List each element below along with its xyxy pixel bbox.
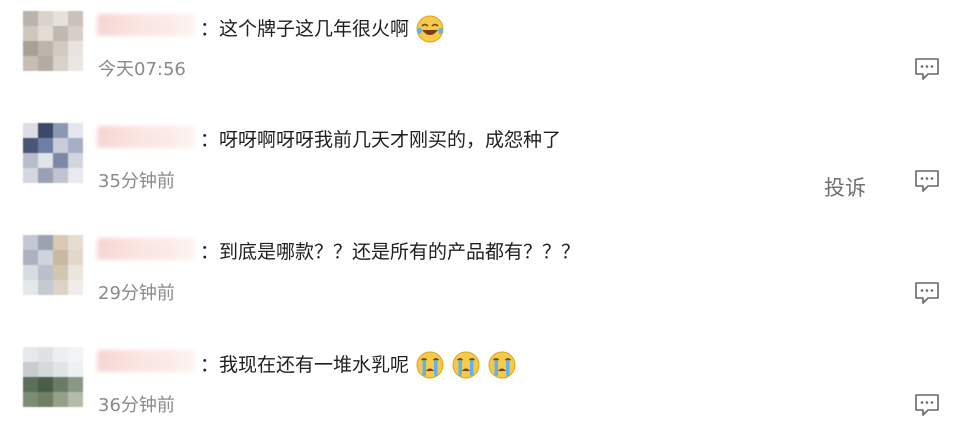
comment-text-body: ：我现在还有一堆水乳呢: [200, 354, 410, 376]
avatar-pixel: [68, 56, 83, 71]
reply-icon[interactable]: [914, 281, 940, 305]
crying-emoji: [487, 350, 517, 380]
avatar-pixel: [68, 123, 83, 138]
avatar-pixel: [53, 250, 68, 265]
avatar[interactable]: [23, 235, 83, 295]
avatar-pixel: [53, 235, 68, 250]
avatar-pixel: [53, 377, 68, 392]
avatar-pixel: [53, 11, 68, 26]
comment-time: 29分钟前: [98, 283, 175, 304]
comment-text: ：到底是哪款？？还是所有的产品都有？？？: [200, 238, 580, 266]
avatar-pixel: [68, 41, 83, 56]
report-button[interactable]: 投诉: [824, 172, 866, 202]
avatar-pixel: [38, 392, 53, 407]
comment-text: ：我现在还有一堆水乳呢: [200, 350, 517, 380]
avatar-pixel: [38, 280, 53, 295]
crying-emoji: [451, 350, 481, 380]
comment-time: 今天07:56: [98, 59, 186, 80]
avatar[interactable]: [23, 123, 83, 183]
avatar-pixel: [23, 123, 38, 138]
avatar-pixel: [23, 377, 38, 392]
avatar-pixel: [53, 26, 68, 41]
avatar[interactable]: [23, 11, 83, 71]
reply-icon[interactable]: [914, 169, 940, 193]
avatar-pixel: [53, 168, 68, 183]
avatar-pixel: [53, 56, 68, 71]
avatar-pixel: [38, 138, 53, 153]
comment-text-body: ：这个牌子这几年很火啊: [200, 18, 410, 40]
avatar-pixel: [68, 392, 83, 407]
avatar-pixel: [38, 11, 53, 26]
comment-text-body: ：呀呀啊呀呀我前几天才刚买的，成怨种了: [200, 129, 562, 151]
avatar-pixel: [23, 362, 38, 377]
avatar-pixel: [23, 235, 38, 250]
avatar-pixel: [53, 362, 68, 377]
laugh-cry-emoji: [415, 14, 445, 44]
avatar-pixel: [38, 235, 53, 250]
avatar-pixel: [68, 11, 83, 26]
avatar-pixel: [68, 250, 83, 265]
avatar-pixel: [38, 377, 53, 392]
comment-time: 36分钟前: [98, 395, 175, 416]
avatar-pixel: [38, 362, 53, 377]
avatar-pixel: [53, 138, 68, 153]
avatar-pixel: [38, 26, 53, 41]
avatar-pixel: [68, 265, 83, 280]
reply-icon[interactable]: [914, 57, 940, 81]
avatar-pixel: [23, 265, 38, 280]
avatar-pixel: [38, 265, 53, 280]
comment-text: ：呀呀啊呀呀我前几天才刚买的，成怨种了: [200, 126, 561, 154]
avatar-pixel: [38, 168, 53, 183]
avatar-pixel: [23, 56, 38, 71]
avatar-pixel: [68, 280, 83, 295]
comment-text-body: ：到底是哪款？？还是所有的产品都有？？？: [200, 241, 581, 263]
avatar-pixel: [23, 250, 38, 265]
avatar-pixel: [53, 153, 68, 168]
comment-text: ：这个牌子这几年很火啊: [200, 14, 445, 44]
avatar-pixel: [23, 26, 38, 41]
reply-icon[interactable]: [914, 393, 940, 417]
comment-item: ：呀呀啊呀呀我前几天才刚买的，成怨种了 35分钟前 投诉: [0, 112, 965, 224]
username-blurred[interactable]: [97, 126, 195, 148]
avatar[interactable]: [23, 347, 83, 407]
avatar-pixel: [23, 168, 38, 183]
avatar-pixel: [68, 235, 83, 250]
avatar-pixel: [38, 250, 53, 265]
avatar-pixel: [38, 153, 53, 168]
avatar-pixel: [53, 392, 68, 407]
avatar-pixel: [68, 168, 83, 183]
avatar-pixel: [53, 347, 68, 362]
avatar-pixel: [23, 153, 38, 168]
comment-item: ：我现在还有一堆水乳呢 36分钟前: [0, 336, 965, 448]
comment-time: 35分钟前: [98, 171, 175, 192]
avatar-pixel: [38, 41, 53, 56]
crying-emoji: [415, 350, 445, 380]
avatar-pixel: [68, 138, 83, 153]
avatar-pixel: [53, 123, 68, 138]
avatar-pixel: [23, 41, 38, 56]
avatar-pixel: [23, 392, 38, 407]
avatar-pixel: [38, 347, 53, 362]
avatar-pixel: [23, 138, 38, 153]
username-blurred[interactable]: [97, 238, 195, 260]
avatar-pixel: [23, 347, 38, 362]
avatar-pixel: [53, 265, 68, 280]
avatar-pixel: [68, 26, 83, 41]
avatar-pixel: [23, 11, 38, 26]
avatar-pixel: [53, 41, 68, 56]
avatar-pixel: [68, 153, 83, 168]
username-blurred[interactable]: [97, 14, 195, 36]
avatar-pixel: [68, 362, 83, 377]
username-blurred[interactable]: [97, 350, 195, 372]
avatar-pixel: [23, 280, 38, 295]
avatar-pixel: [38, 56, 53, 71]
avatar-pixel: [68, 377, 83, 392]
avatar-pixel: [68, 347, 83, 362]
comment-item: ：这个牌子这几年很火啊 今天07:56: [0, 0, 965, 112]
avatar-pixel: [53, 280, 68, 295]
avatar-pixel: [38, 123, 53, 138]
comment-item: ：到底是哪款？？还是所有的产品都有？？？ 29分钟前: [0, 224, 965, 336]
